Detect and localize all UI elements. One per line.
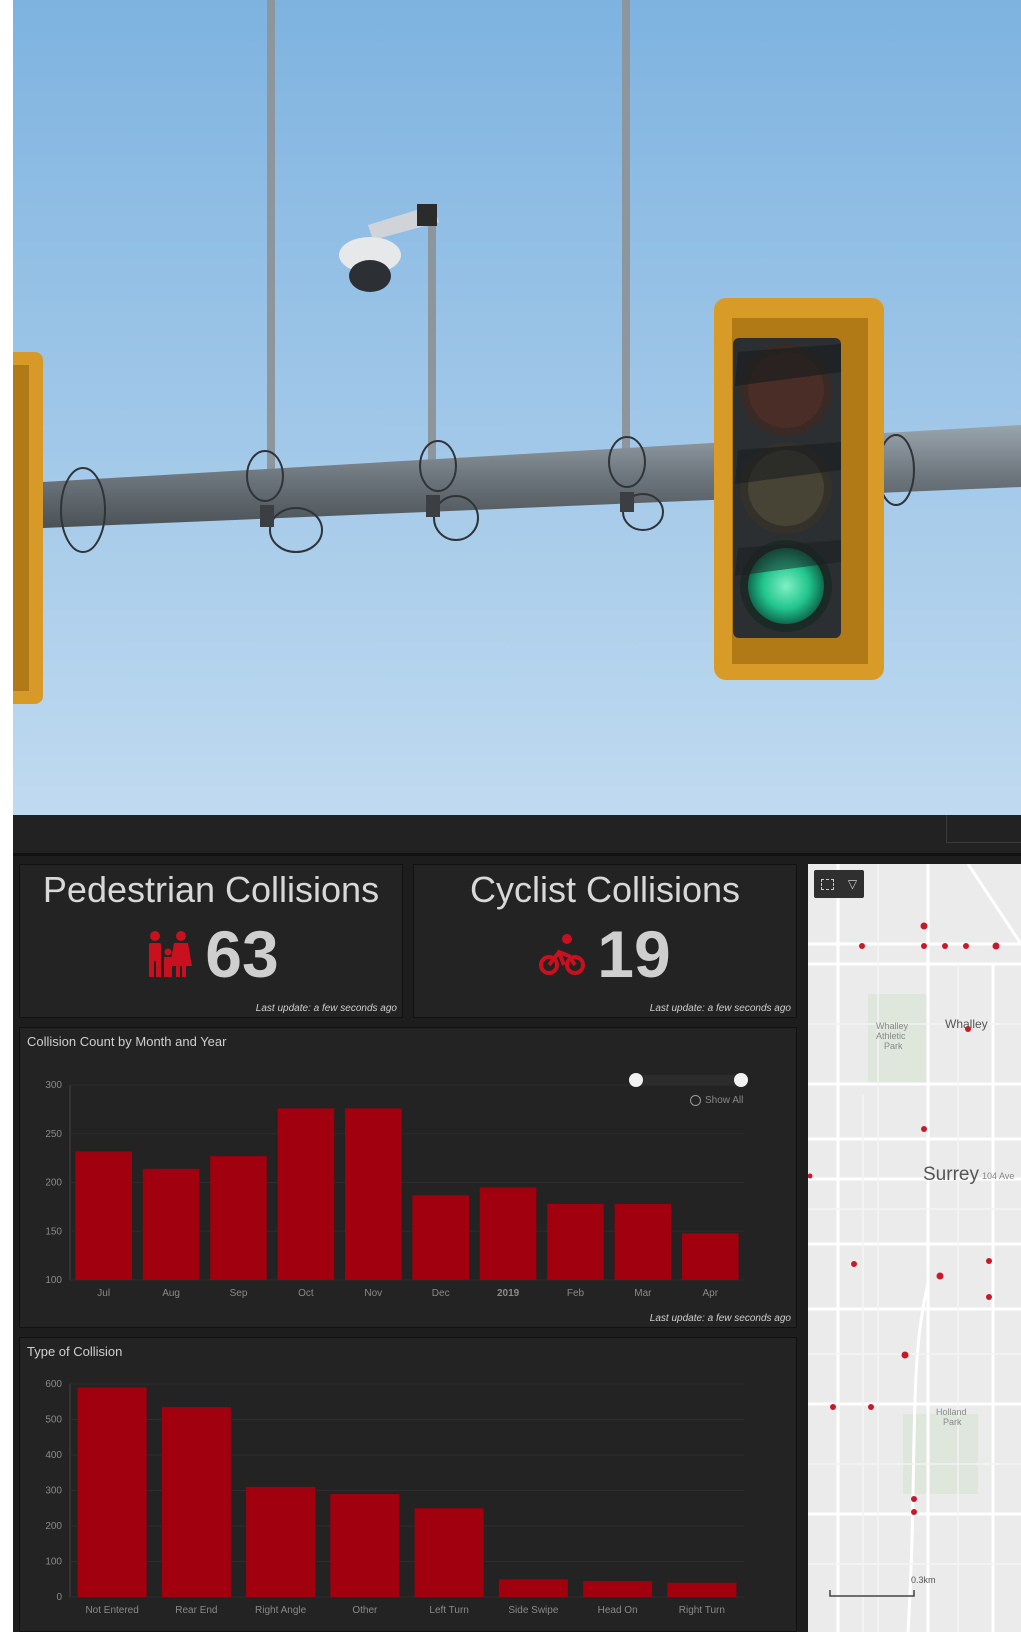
- map-label-104-ave: 104 Ave: [982, 1171, 1015, 1181]
- cyclist-collisions-value: 19: [597, 917, 671, 991]
- traffic-light-photo: [13, 0, 1021, 815]
- y-tick-label: 100: [45, 1557, 62, 1568]
- collision-month-chart-svg: 100 150 200 250 300 Jul Aug Sep Oct Nov Dec 2019 Feb…: [45, 1073, 748, 1299]
- map-label-park1-c: Park: [884, 1041, 903, 1051]
- bar-not-entered[interactable]: [77, 1387, 147, 1597]
- x-tick-label: Oct: [298, 1288, 314, 1299]
- x-tick-label: Right Turn: [679, 1605, 725, 1616]
- y-tick-label: 150: [45, 1226, 62, 1237]
- cyclist-collisions-card: Cyclist Collisions 19 Last update: a few…: [413, 864, 797, 1018]
- selection-icon: [820, 878, 834, 890]
- collision-type-chart: 0 100 200 300 400 500 600 Not Entered Rear End Ri…: [19, 1337, 797, 1632]
- pedestrian-collisions-value: 63: [205, 917, 279, 991]
- x-tick-label: Dec: [432, 1288, 450, 1299]
- bar-sep[interactable]: [210, 1156, 267, 1280]
- dashboard: Pedestrian Collisions 63 Last update: a …: [13, 815, 1021, 1632]
- bar-apr[interactable]: [681, 1233, 739, 1280]
- map-scale-label: 0.3km: [911, 1575, 936, 1585]
- collision-type-chart-title: Type of Collision: [27, 1344, 123, 1359]
- bar-feb[interactable]: [547, 1203, 604, 1280]
- header-edge-panel: [946, 815, 1021, 843]
- map-label-park1-b: Athletic: [876, 1031, 906, 1041]
- collision-month-chart-title: Collision Count by Month and Year: [27, 1034, 227, 1049]
- collision-month-chart: 100 150 200 250 300 Jul Aug Sep Oct Nov Dec 2019 Feb…: [19, 1027, 797, 1328]
- y-tick-label: 250: [45, 1129, 62, 1140]
- y-tick-label: 100: [45, 1275, 62, 1286]
- x-tick-label: Sep: [230, 1288, 248, 1299]
- range-slider-handle-end[interactable]: [734, 1073, 748, 1087]
- pedestrian-collisions-title: Pedestrian Collisions: [42, 869, 380, 910]
- map-label-park2-a: Holland: [936, 1407, 967, 1417]
- x-tick-label: 2019: [497, 1288, 520, 1299]
- dashboard-header-bar: [13, 815, 1021, 856]
- cyclist-collisions-title: Cyclist Collisions: [469, 869, 741, 910]
- x-tick-label: Left Turn: [429, 1605, 468, 1616]
- show-all-label: Show All: [705, 1095, 744, 1106]
- bar-head-on[interactable]: [583, 1581, 653, 1597]
- x-tick-label: Apr: [703, 1288, 719, 1299]
- bar-nov[interactable]: [344, 1108, 402, 1280]
- pedestrian-last-update: Last update: a few seconds ago: [255, 1003, 397, 1014]
- bar-left-turn[interactable]: [414, 1508, 484, 1597]
- x-tick-label: Side Swipe: [508, 1605, 558, 1616]
- bar-dec[interactable]: [412, 1195, 470, 1280]
- x-tick-label: Not Entered: [85, 1605, 138, 1616]
- bar-jul[interactable]: [75, 1151, 133, 1280]
- y-tick-label: 200: [45, 1178, 62, 1189]
- bar-aug[interactable]: [142, 1168, 200, 1280]
- pedestrian-family-icon: [149, 931, 193, 977]
- bar-mar[interactable]: [614, 1203, 672, 1280]
- x-tick-label: Aug: [162, 1288, 180, 1299]
- month-chart-last-update: Last update: a few seconds ago: [649, 1313, 791, 1324]
- pedestrian-collisions-card: Pedestrian Collisions 63 Last update: a …: [19, 864, 403, 1018]
- bar-2019[interactable]: [479, 1187, 537, 1280]
- y-tick-label: 500: [45, 1415, 62, 1426]
- y-tick-label: 200: [45, 1521, 62, 1532]
- bar-rear-end[interactable]: [161, 1407, 231, 1597]
- y-tick-label: 600: [45, 1379, 62, 1390]
- x-tick-label: Other: [352, 1605, 378, 1616]
- show-all-button[interactable]: Show All: [690, 1095, 743, 1106]
- bicycle-icon: [539, 934, 586, 975]
- x-tick-label: Rear End: [175, 1605, 217, 1616]
- bar-right-turn[interactable]: [667, 1582, 737, 1597]
- map-select-tool[interactable]: ▽: [814, 870, 864, 898]
- zoom-out-icon: [690, 1095, 701, 1106]
- bar-oct[interactable]: [277, 1108, 335, 1280]
- collision-type-chart-svg: 0 100 200 300 400 500 600 Not Entered Rear End Ri…: [45, 1379, 744, 1616]
- map-label-whalley: Whalley: [945, 1017, 988, 1031]
- x-tick-label: Right Angle: [255, 1605, 307, 1616]
- bar-other[interactable]: [330, 1494, 400, 1597]
- range-slider-handle-start[interactable]: [629, 1073, 643, 1087]
- x-tick-label: Mar: [634, 1288, 652, 1299]
- bar-side-swipe[interactable]: [498, 1579, 568, 1597]
- map-label-park2-b: Park: [943, 1417, 962, 1427]
- range-slider-track[interactable]: [631, 1075, 741, 1085]
- map-streets: [808, 864, 1021, 1632]
- x-tick-label: Feb: [567, 1288, 585, 1299]
- collision-map[interactable]: ▽ Whalley Whalley Athletic Park Surrey 1…: [808, 864, 1021, 1632]
- y-tick-label: 300: [45, 1080, 62, 1091]
- y-tick-label: 0: [56, 1592, 62, 1603]
- bar-right-angle[interactable]: [246, 1486, 316, 1597]
- y-tick-label: 400: [45, 1450, 62, 1461]
- y-tick-label: 300: [45, 1486, 62, 1497]
- map-label-park1-a: Whalley: [876, 1021, 909, 1031]
- x-tick-label: Jul: [97, 1288, 110, 1299]
- map-label-surrey: Surrey: [923, 1164, 979, 1185]
- cyclist-last-update: Last update: a few seconds ago: [649, 1003, 791, 1014]
- x-tick-label: Head On: [598, 1605, 638, 1616]
- chevron-down-icon: ▽: [847, 877, 858, 891]
- x-tick-label: Nov: [364, 1288, 382, 1299]
